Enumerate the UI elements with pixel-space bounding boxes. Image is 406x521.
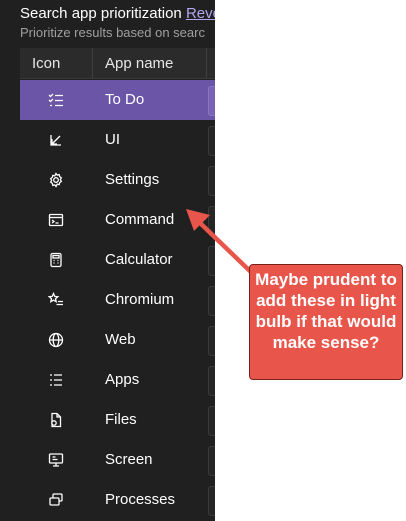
row-value-cell[interactable] xyxy=(208,366,215,396)
app-name: Calculator xyxy=(105,251,173,268)
page-title: Search app prioritization Reve xyxy=(20,5,215,22)
app-name: Screen xyxy=(105,451,153,468)
column-divider[interactable] xyxy=(206,48,207,78)
app-name: Settings xyxy=(105,171,160,188)
windows-stack-icon xyxy=(48,492,64,508)
app-name: Web xyxy=(105,331,136,348)
row-value-cell[interactable] xyxy=(208,446,215,476)
annotation-callout: Maybe prudent to add these in light bulb… xyxy=(249,264,403,380)
column-header-app-name[interactable]: App name xyxy=(105,55,173,72)
app-name: Processes xyxy=(105,491,176,508)
file-icon xyxy=(48,412,64,428)
list-icon xyxy=(48,372,64,388)
row-value-cell[interactable] xyxy=(208,326,215,356)
row-value-cell[interactable] xyxy=(208,86,215,116)
app-name: Command xyxy=(105,211,175,228)
table-row[interactable]: Web xyxy=(20,320,215,360)
table-row[interactable]: Screen xyxy=(20,440,215,480)
table-row[interactable]: UI xyxy=(20,120,215,160)
row-value-cell[interactable] xyxy=(208,286,215,316)
table-row[interactable]: To Do xyxy=(20,80,215,120)
row-value-cell[interactable] xyxy=(208,166,215,196)
monitor-icon xyxy=(48,452,64,468)
globe-icon xyxy=(48,332,64,348)
app-name: To Do xyxy=(105,91,145,108)
table-row[interactable]: Files xyxy=(20,400,215,440)
column-header-icon[interactable]: Icon xyxy=(32,55,60,72)
table-row[interactable]: Chromium xyxy=(20,280,215,320)
table-row[interactable]: Settings xyxy=(20,160,215,200)
table-header: Icon App name xyxy=(20,48,215,79)
table-row[interactable]: Processes xyxy=(20,480,215,520)
app-name: Files xyxy=(105,411,137,428)
star-list-icon xyxy=(48,292,64,308)
gear-icon xyxy=(48,172,64,188)
checklist-icon xyxy=(48,92,64,108)
calculator-icon xyxy=(48,252,64,268)
terminal-icon xyxy=(48,212,64,228)
column-divider[interactable] xyxy=(92,48,93,78)
table-row[interactable]: Apps xyxy=(20,360,215,400)
page-title-text: Search app prioritization xyxy=(20,5,186,22)
row-value-cell[interactable] xyxy=(208,486,215,516)
page-subtitle: Prioritize results based on searc xyxy=(20,25,205,40)
app-name: Chromium xyxy=(105,291,175,308)
app-name: Apps xyxy=(105,371,140,388)
arrow-down-left-icon xyxy=(48,132,64,148)
annotation-arrow xyxy=(186,209,255,276)
app-name: UI xyxy=(105,131,120,148)
reset-link[interactable]: Reve xyxy=(186,5,215,22)
app-list: To Do UI Settings Command Calculator Chr… xyxy=(20,80,215,520)
row-value-cell[interactable] xyxy=(208,406,215,436)
row-value-cell[interactable] xyxy=(208,126,215,156)
